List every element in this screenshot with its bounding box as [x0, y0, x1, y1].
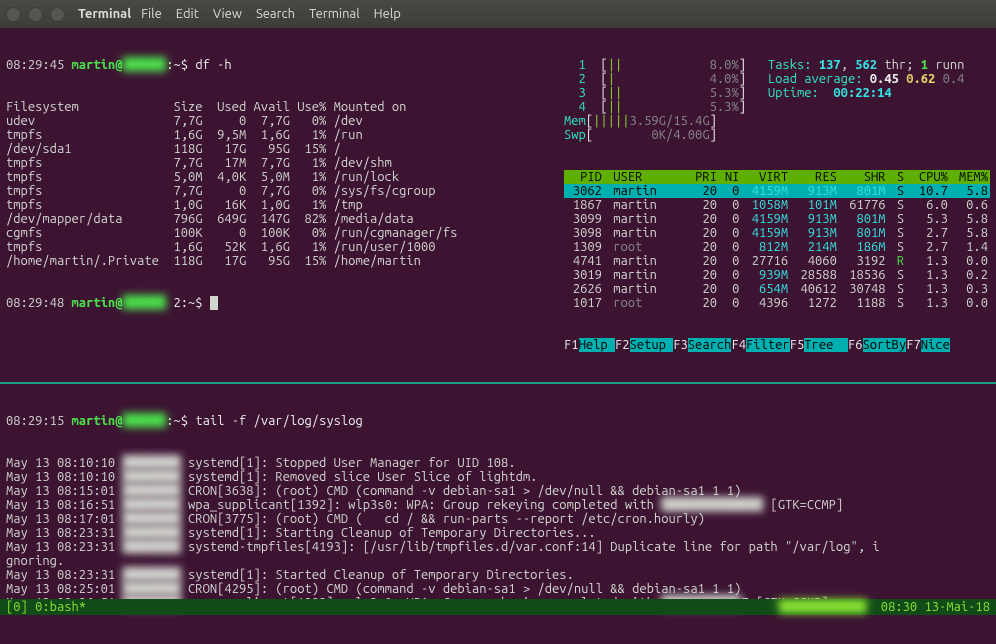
process-row[interactable]: 1867 martin2001058M101M61776 S6.00.6: [564, 198, 990, 212]
process-row[interactable]: 2626 martin200654M4061230748 S1.30.3: [564, 282, 990, 296]
syslog-output: May 13 08:10:10 ████████ systemd[1]: Sto…: [6, 456, 990, 610]
fkey-label: F2: [615, 338, 630, 352]
log-line: May 13 08:15:01 ████████ CRON[3638]: (ro…: [6, 484, 990, 498]
process-row[interactable]: 4741 martin2002771640603192 R1.30.0: [564, 254, 990, 268]
process-row[interactable]: 3099 martin2004159M913M801M S5.35.8: [564, 212, 990, 226]
df-row: udev 7,7G 0 7,7G 0% /dev: [6, 114, 552, 128]
menubar: File Edit View Search Terminal Help: [131, 7, 401, 21]
df-row: tmpfs 1,6G 9,5M 1,6G 1% /run: [6, 128, 552, 142]
log-line: May 13 08:10:10 ████████ systemd[1]: Rem…: [6, 470, 990, 484]
minimize-icon[interactable]: [28, 7, 43, 22]
cursor: [210, 296, 218, 310]
df-row: /dev/mapper/data 796G 649G 147G 82% /med…: [6, 212, 552, 226]
process-row[interactable]: 3062 martin2004159M913M801M S10.75.8: [564, 184, 990, 198]
fkey-action[interactable]: Help: [579, 338, 615, 352]
fkey-action[interactable]: Tree: [804, 338, 848, 352]
df-row: tmpfs 5,0M 4,0K 5,0M 1% /run/lock: [6, 170, 552, 184]
process-row[interactable]: 3019 martin200939M2858818536 S1.30.2: [564, 268, 990, 282]
log-line: May 13 08:25:01 ████████ CRON[4295]: (ro…: [6, 582, 990, 596]
df-row: cgmfs 100K 0 100K 0% /run/cgmanager/fs: [6, 226, 552, 240]
log-line: May 13 08:23:31 ████████ systemd[1]: Sta…: [6, 568, 990, 582]
fkey-label: F7: [906, 338, 921, 352]
window-title: Terminal: [78, 7, 131, 21]
log-line: May 13 08:23:31 ████████ systemd-tmpfile…: [6, 540, 990, 554]
log-line: gnoring.: [6, 554, 990, 568]
df-row: tmpfs 1,6G 52K 1,6G 1% /run/user/1000: [6, 240, 552, 254]
df-output: Filesystem Size Used Avail Use% Mounted …: [6, 100, 552, 268]
fkey-action[interactable]: Search: [688, 338, 732, 352]
menu-terminal[interactable]: Terminal: [309, 7, 360, 21]
menu-edit[interactable]: Edit: [176, 7, 199, 21]
log-line: May 13 08:16:51 ████████ wpa_supplicant[…: [6, 498, 990, 512]
tmux-left: [0] 0:bash*: [6, 600, 86, 614]
htop-process-table: PID USER PRINIVIRTRESSHR SCPU%MEM% 3062 …: [564, 170, 990, 310]
fkey-action[interactable]: SortBy: [863, 338, 907, 352]
log-line: May 13 08:17:01 ████████ CRON[3775]: (ro…: [6, 512, 990, 526]
fkey-action[interactable]: Filter: [746, 338, 790, 352]
window-titlebar: Terminal File Edit View Search Terminal …: [0, 0, 996, 28]
df-row: /home/martin/.Private 118G 17G 95G 15% /…: [6, 254, 552, 268]
fkey-label: F6: [848, 338, 863, 352]
menu-search[interactable]: Search: [256, 7, 295, 21]
menu-view[interactable]: View: [213, 7, 242, 21]
tmux-statusbar: [0] 0:bash* "████████████" 08:30 13-Mai-…: [0, 599, 996, 615]
fkey-label: F5: [790, 338, 805, 352]
htop-function-keys: F1Help F2Setup F3SearchF4FilterF5Tree F6…: [564, 338, 990, 352]
df-row: tmpfs 1,0G 16K 1,0G 1% /tmp: [6, 198, 552, 212]
fkey-action[interactable]: Nice: [921, 338, 950, 352]
pane-df[interactable]: 08:29:45 martin@██████:~$ df -h Filesyst…: [0, 28, 558, 382]
df-row: /dev/sda1 118G 17G 95G 15% /: [6, 142, 552, 156]
menu-file[interactable]: File: [141, 7, 162, 21]
fkey-label: F1: [564, 338, 579, 352]
tmux-right: "████████████" 08:30 13-Mai-18: [772, 600, 990, 614]
fkey-label: F3: [673, 338, 688, 352]
prompt-line: 08:29:45 martin@██████:~$ df -h: [6, 58, 552, 72]
log-line: May 13 08:23:31 ████████ systemd[1]: Sta…: [6, 526, 990, 540]
process-row[interactable]: 3098 martin2004159M913M801M S2.75.8: [564, 226, 990, 240]
process-row[interactable]: 1017 root200439612721188 S1.30.0: [564, 296, 990, 310]
log-line: May 13 08:10:10 ████████ systemd[1]: Sto…: [6, 456, 990, 470]
htop-meters: 1 [|| 8.0%] Tasks: 137, 562 thr; 1 runn …: [564, 58, 990, 142]
process-row[interactable]: 1309 root200812M214M186M S2.71.4: [564, 240, 990, 254]
syslog-prompt: 08:29:15 martin@██████:~$ tail -f /var/l…: [6, 414, 990, 428]
prompt-line-2: 08:29:48 martin@██████ 2:~$: [6, 296, 552, 310]
df-row: tmpfs 7,7G 17M 7,7G 1% /dev/shm: [6, 156, 552, 170]
fkey-action[interactable]: Setup: [630, 338, 674, 352]
menu-help[interactable]: Help: [374, 7, 401, 21]
maximize-icon[interactable]: [50, 7, 65, 22]
df-row: tmpfs 7,7G 0 7,7G 0% /sys/fs/cgroup: [6, 184, 552, 198]
pane-htop[interactable]: 1 [|| 8.0%] Tasks: 137, 562 thr; 1 runn …: [558, 28, 996, 382]
fkey-label: F4: [731, 338, 746, 352]
htop-header-row: PID USER PRINIVIRTRESSHR SCPU%MEM%: [564, 170, 990, 184]
close-icon[interactable]: [6, 7, 21, 22]
